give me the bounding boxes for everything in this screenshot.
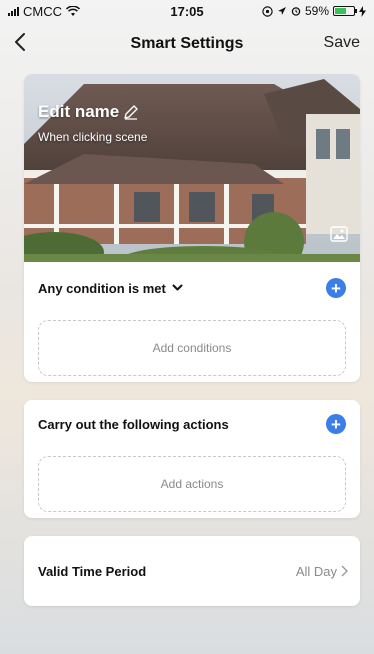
status-right: 59% (262, 4, 366, 18)
chevron-left-icon (15, 33, 25, 51)
condition-mode-dropdown[interactable]: Any condition is met (38, 281, 183, 296)
valid-time-row[interactable]: Valid Time Period All Day (38, 559, 348, 583)
navigation-bar: Smart Settings Save (0, 24, 374, 64)
valid-time-value: All Day (295, 563, 337, 579)
wifi-icon (66, 5, 80, 16)
battery-icon (333, 6, 357, 16)
condition-mode-label: Any condition is met (38, 280, 166, 296)
actions-header: Carry out the following actions + (38, 412, 346, 436)
status-bar: CMCC 17:05 59% (0, 0, 374, 22)
chevron-right-icon (341, 565, 348, 577)
scene-card: Edit name When clicking scene Any condit… (24, 74, 360, 382)
carrier-label: CMCC (23, 3, 62, 19)
edit-name-button[interactable]: Edit name (38, 102, 139, 122)
scene-trigger-description: When clicking scene (38, 130, 148, 144)
plus-icon: + (331, 278, 341, 298)
actions-title: Carry out the following actions (38, 416, 229, 432)
scene-name: Edit name (38, 102, 120, 121)
pencil-icon (124, 105, 138, 120)
valid-time-value-group: All Day (296, 564, 348, 579)
clock: 17:05 (170, 3, 204, 19)
chevron-down-icon (172, 284, 183, 291)
add-conditions-label: Add conditions (152, 341, 232, 355)
battery-level-fill (335, 8, 346, 14)
conditions-header: Any condition is met + (38, 276, 346, 300)
charging-icon (359, 5, 366, 17)
battery-percent: 59% (304, 4, 329, 18)
plus-icon: + (331, 414, 341, 434)
navigation-arrow-icon (277, 7, 286, 15)
add-actions-label: Add actions (160, 477, 224, 491)
back-button[interactable] (14, 32, 26, 56)
add-condition-button[interactable]: + (326, 278, 346, 298)
signal-icon (8, 6, 19, 16)
scene-cover-image[interactable]: Edit name When clicking scene (24, 74, 360, 262)
save-button[interactable]: Save (324, 34, 360, 52)
status-left: CMCC (8, 4, 80, 19)
add-conditions-area[interactable]: Add conditions (38, 320, 346, 376)
image-icon[interactable] (330, 226, 348, 242)
page-title: Smart Settings (130, 35, 244, 52)
add-actions-area[interactable]: Add actions (38, 456, 346, 512)
actions-card: Carry out the following actions + Add ac… (24, 400, 360, 518)
alarm-icon (291, 7, 301, 16)
valid-time-card[interactable]: Valid Time Period All Day (24, 536, 360, 606)
location-icon (262, 5, 273, 17)
add-action-button[interactable]: + (326, 414, 346, 434)
valid-time-label: Valid Time Period (38, 563, 147, 579)
